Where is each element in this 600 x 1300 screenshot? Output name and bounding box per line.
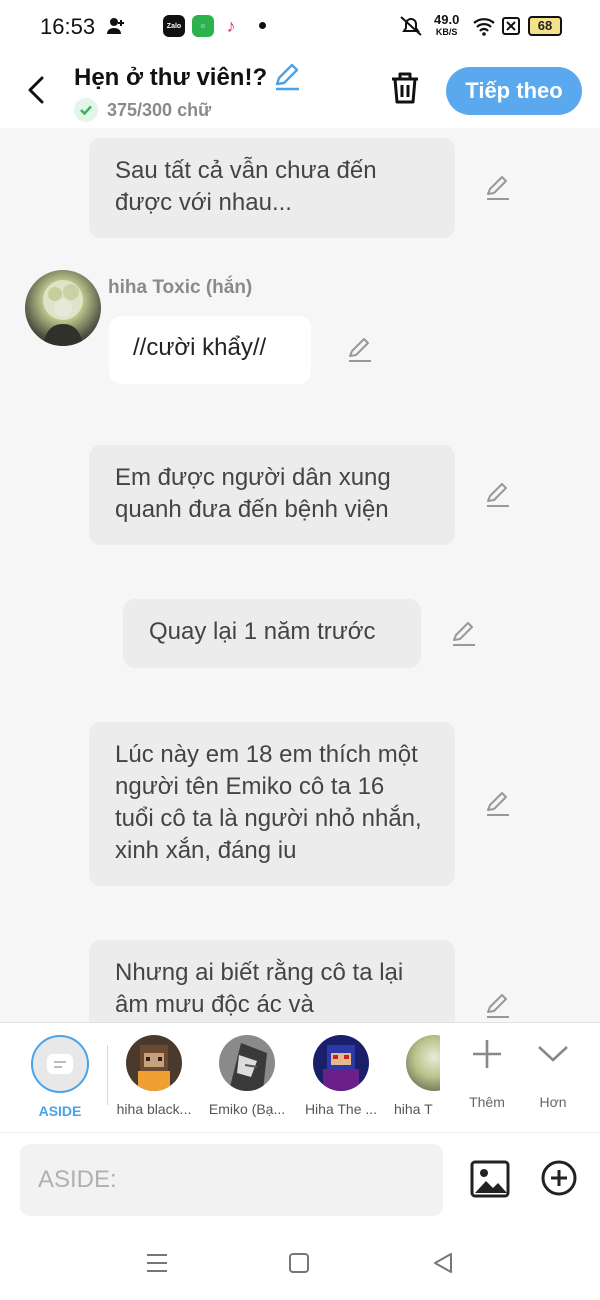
tiktok-icon: ♪	[220, 15, 242, 37]
add-label: Thêm	[469, 1094, 505, 1110]
edit-message-icon[interactable]	[450, 620, 478, 648]
wifi-icon	[473, 18, 495, 36]
avatar	[313, 1035, 369, 1091]
mute-icon	[400, 16, 422, 36]
aside-avatar	[31, 1035, 89, 1093]
input-bar	[0, 1132, 600, 1228]
system-nav-bar	[0, 1228, 600, 1300]
add-character-button[interactable]: Thêm	[455, 1037, 519, 1110]
edit-title-icon[interactable]	[272, 62, 302, 92]
image-icon[interactable]	[470, 1159, 510, 1199]
edit-message-icon[interactable]	[484, 174, 512, 202]
chevron-down-icon	[538, 1046, 568, 1062]
message-input[interactable]	[20, 1144, 443, 1216]
speaker-name: hiha Toxic (hắn)	[108, 277, 253, 298]
status-bar: 16:53 Zalo ☺ ♪ 49.0 KB/S 68	[0, 0, 600, 54]
check-icon	[74, 98, 98, 122]
menu-icon[interactable]	[146, 1252, 168, 1274]
edit-message-icon[interactable]	[484, 790, 512, 818]
message-bubble[interactable]: Lúc này em 18 em thích một người tên Emi…	[89, 722, 455, 886]
chat-bubble-icon	[47, 1054, 73, 1074]
character-label: Emiko (Bạ...	[208, 1101, 286, 1117]
avatar	[126, 1035, 182, 1091]
word-count: 375/300 chữ	[107, 100, 212, 120]
plus-icon	[473, 1040, 501, 1068]
edit-message-icon[interactable]	[484, 992, 512, 1020]
editor-header: Hẹn ở thư viên!? 375/300 chữ Tiếp theo	[0, 54, 600, 128]
avatar	[406, 1035, 440, 1091]
story-title: Hẹn ở thư viên!?	[74, 64, 268, 91]
home-square-icon[interactable]	[289, 1253, 309, 1273]
back-arrow-icon[interactable]	[22, 72, 52, 108]
status-time: 16:53	[40, 14, 96, 39]
character-label: Hiha The ...	[304, 1101, 378, 1117]
back-triangle-icon[interactable]	[432, 1252, 454, 1274]
wechat-icon: ☺	[192, 15, 214, 37]
more-label: Hơn	[539, 1094, 567, 1110]
network-speed: 49.0 KB/S	[434, 12, 460, 37]
notification-dot	[259, 22, 266, 29]
edit-message-icon[interactable]	[346, 336, 374, 364]
character-label: hiha black...	[116, 1101, 192, 1117]
character-picker: ASIDE hiha black... Emiko (Bạ... Hiha Th…	[0, 1022, 600, 1132]
character-item[interactable]: Emiko (Bạ...	[199, 1035, 295, 1117]
person-add-icon	[107, 18, 124, 34]
message-bubble[interactable]: Sau tất cả vẫn chưa đến được với nhau...	[89, 138, 455, 238]
edit-message-icon[interactable]	[484, 481, 512, 509]
message-bubble[interactable]: Quay lại 1 năm trước	[123, 599, 421, 668]
avatar	[219, 1035, 275, 1091]
character-label: ASIDE	[38, 1103, 82, 1119]
next-button[interactable]: Tiếp theo	[446, 67, 582, 115]
character-aside[interactable]: ASIDE	[12, 1035, 108, 1119]
no-sim-icon	[502, 17, 520, 35]
character-item[interactable]: Hiha The ...	[293, 1035, 389, 1117]
zalo-app-icon: Zalo	[163, 15, 185, 37]
add-circle-icon[interactable]	[540, 1159, 578, 1197]
more-button[interactable]: Hơn	[521, 1037, 585, 1110]
character-item[interactable]: hiha T	[388, 1035, 440, 1117]
character-label: hiha T	[394, 1101, 433, 1117]
trash-icon[interactable]	[388, 70, 422, 106]
avatar[interactable]	[25, 270, 101, 346]
character-item[interactable]: hiha black...	[106, 1035, 202, 1117]
message-bubble[interactable]: Em được người dân xung quanh đưa đến bện…	[89, 445, 455, 545]
message-bubble[interactable]: //cười khẩy//	[109, 316, 311, 384]
battery-indicator: 68	[528, 16, 562, 36]
